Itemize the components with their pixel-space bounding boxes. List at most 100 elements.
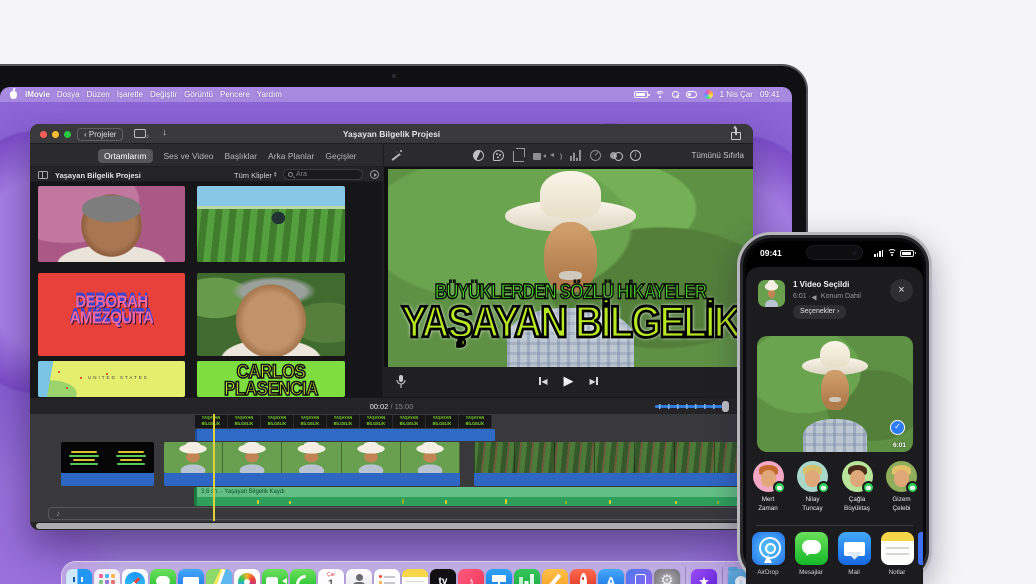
avatar[interactable]	[753, 461, 784, 492]
shared-video-preview[interactable]: ✓ 6:01	[757, 336, 913, 452]
menu-degistir[interactable]: Değiştir	[150, 90, 177, 99]
title-chip[interactable]: YAŞAYANBİLGELİK	[459, 415, 492, 428]
messages-icon[interactable]	[795, 532, 828, 565]
dock-appstore-icon[interactable]: A	[598, 569, 624, 584]
timeline-zoom-slider[interactable]	[655, 405, 725, 408]
menu-date[interactable]: 1 Nis Çar	[720, 90, 753, 99]
dock-launchpad-icon[interactable]	[94, 569, 120, 584]
dock-item-contacts[interactable]	[345, 562, 373, 584]
partial-app-icon[interactable]	[918, 532, 923, 565]
dock-tv-icon[interactable]: tv	[430, 569, 456, 584]
crop-icon[interactable]	[513, 151, 524, 162]
options-button[interactable]: Seçenekler ›	[793, 305, 846, 319]
dock-item-facetime[interactable]	[261, 562, 289, 584]
dock-maps-icon[interactable]	[206, 569, 232, 584]
dock-item-finder[interactable]	[65, 562, 93, 584]
share-app-notes[interactable]: Notlar	[875, 532, 919, 576]
horizontal-scrollbar[interactable]	[36, 523, 747, 529]
dock-item-settings[interactable]: ⚙	[653, 562, 681, 584]
avatar[interactable]	[797, 461, 828, 492]
title-clip-thumbnails[interactable]: YAŞAYANBİLGELİKYAŞAYANBİLGELİKYAŞAYANBİL…	[195, 415, 492, 428]
dock-item-keynote[interactable]	[485, 562, 513, 584]
share-app-airdrop[interactable]: AirDrop	[746, 532, 790, 576]
search-field[interactable]: Ara	[283, 169, 363, 180]
mail-icon[interactable]	[838, 532, 871, 565]
dock-item-photos[interactable]	[233, 562, 261, 584]
clip-filter-icon[interactable]	[610, 150, 621, 161]
dock-settings-icon[interactable]: ⚙	[654, 569, 680, 584]
menu-yardim[interactable]: Yardım	[257, 90, 282, 99]
dock-keynote-icon[interactable]	[486, 569, 512, 584]
dock-finder-icon[interactable]	[66, 569, 92, 584]
title-chip[interactable]: YAŞAYANBİLGELİK	[360, 415, 393, 428]
stabilization-icon[interactable]	[533, 153, 541, 160]
notes-icon[interactable]	[881, 532, 914, 565]
dock-safari-icon[interactable]	[122, 569, 148, 584]
apple-logo-icon[interactable]	[10, 91, 17, 99]
dock-pages-icon[interactable]	[542, 569, 568, 584]
menu-dosya[interactable]: Dosya	[57, 90, 80, 99]
battery-icon[interactable]	[634, 91, 648, 98]
color-correction-icon[interactable]	[493, 150, 504, 161]
airdrop-icon[interactable]	[752, 532, 785, 565]
dock-imovie-icon[interactable]: ★	[691, 569, 717, 584]
clip-thumbnail-us-map[interactable]: UNITED STATES	[38, 361, 185, 397]
dock-iphone-mirroring-icon[interactable]	[626, 569, 652, 584]
zoom-slider-knob[interactable]	[722, 401, 729, 412]
volume-icon[interactable]	[550, 150, 561, 161]
search-icon[interactable]	[672, 91, 679, 98]
dock-facetime-icon[interactable]	[262, 569, 288, 584]
dock-item-iphone-mirroring[interactable]	[625, 562, 653, 584]
menu-imovie[interactable]: iMovie	[25, 90, 50, 99]
auto-enhance-icon[interactable]	[390, 150, 402, 162]
dock-reminders-icon[interactable]	[374, 569, 400, 584]
title-chip[interactable]: YAŞAYANBİLGELİK	[327, 415, 360, 428]
airdrop-contact-mert[interactable]: MertZaman	[746, 461, 790, 513]
dock-item-appstore[interactable]: A	[597, 562, 625, 584]
tab-basliklar[interactable]: Başlıklar	[224, 151, 257, 161]
audio-clip[interactable]: 3,6 sn. - Yaşayan Bilgelik Kaydı	[194, 487, 753, 506]
title-chip[interactable]: YAŞAYANBİLGELİK	[294, 415, 327, 428]
menu-pencere[interactable]: Pencere	[220, 90, 250, 99]
menu-time[interactable]: 09:41	[760, 90, 780, 99]
interview-video-clip[interactable]	[164, 442, 460, 473]
close-icon[interactable]: ×	[890, 279, 913, 302]
dock-item-phone[interactable]	[289, 562, 317, 584]
menu-goruntu[interactable]: Görüntü	[184, 90, 213, 99]
dock-item-maps[interactable]	[205, 562, 233, 584]
siri-icon[interactable]	[704, 90, 713, 99]
dock-messages-icon[interactable]	[150, 569, 176, 584]
clip-thumbnail-deborah-title-card[interactable]: DEBORAH AMÉZQUITA	[38, 273, 185, 356]
clip-thumbnail-farm-field[interactable]	[197, 186, 345, 262]
speed-icon[interactable]	[590, 150, 601, 161]
menu-duzen[interactable]: Düzen	[87, 90, 110, 99]
dock-item-reminders[interactable]	[373, 562, 401, 584]
clip-thumbnail-carlos-title-card[interactable]: CARLOS PLASENCIA	[197, 361, 345, 397]
dock-item-rocket[interactable]	[569, 562, 597, 584]
clip-duration-icon[interactable]	[370, 170, 379, 179]
dock-item-numbers[interactable]	[513, 562, 541, 584]
dock-item-calendar[interactable]: Çar1	[317, 562, 345, 584]
dock-item-imovie[interactable]: ★	[690, 562, 718, 584]
credits-clip[interactable]	[61, 442, 154, 473]
dock-phone-icon[interactable]	[290, 569, 316, 584]
dock-photos-icon[interactable]	[234, 569, 260, 584]
title-chip[interactable]: YAŞAYANBİLGELİK	[228, 415, 261, 428]
airdrop-contact-gizem[interactable]: GizemÇelebi	[880, 461, 924, 513]
title-chip[interactable]: YAŞAYANBİLGELİK	[426, 415, 459, 428]
dock-notes-icon[interactable]	[402, 569, 428, 584]
airdrop-contact-nilay[interactable]: NilayTuncay	[791, 461, 835, 513]
dock-item-launchpad[interactable]	[93, 562, 121, 584]
tab-ortamlarim[interactable]: Ortamlarım	[98, 149, 153, 163]
dock-item-pages[interactable]	[541, 562, 569, 584]
noise-reduction-icon[interactable]	[570, 150, 581, 161]
dock-calendar-icon[interactable]: Çar1	[318, 569, 344, 584]
share-app-mail[interactable]: Mail	[832, 532, 876, 576]
title-chip[interactable]: YAŞAYANBİLGELİK	[261, 415, 294, 428]
play-icon[interactable]: ▶	[564, 373, 574, 389]
dock-item-music[interactable]: ♪	[457, 562, 485, 584]
clip-thumbnail-woman-pink[interactable]	[38, 186, 185, 262]
background-music-well[interactable]	[48, 507, 747, 520]
info-icon[interactable]: i	[630, 150, 641, 161]
avatar[interactable]	[842, 461, 873, 492]
